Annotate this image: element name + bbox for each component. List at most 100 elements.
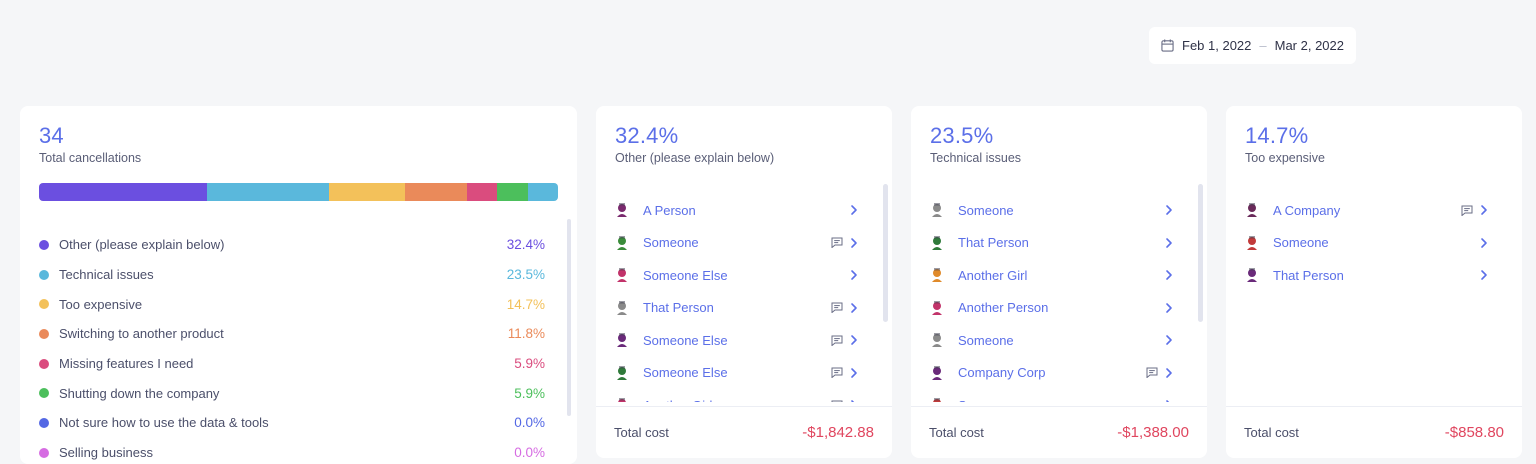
comment-icon[interactable] [831,400,843,402]
total-cost-label: Total cost [1244,425,1299,440]
person-row[interactable]: Someone Else [615,324,865,357]
comment-icon[interactable] [831,367,843,379]
reason-row[interactable]: Technical issues 23.5% [39,260,545,290]
chevron-right-icon[interactable] [1164,204,1174,216]
people-list-scrollbar[interactable] [1198,184,1203,322]
avatar-icon [617,333,627,348]
chevron-right-icon[interactable] [849,204,859,216]
reason-row[interactable]: Switching to another product 11.8% [39,319,545,349]
reason-color-dot [39,239,49,250]
avatar-icon [933,398,941,402]
person-row[interactable]: Another Girl [930,259,1180,292]
person-row[interactable]: Someone [615,227,865,260]
chevron-right-icon[interactable] [1164,237,1174,249]
person-name[interactable]: Someone Else [643,268,849,283]
person-name[interactable]: Company Corp [958,365,1146,380]
date-start: Feb 1, 2022 [1182,38,1252,53]
chevron-right-icon[interactable] [849,399,859,402]
reason-percent: 14.7% [1245,123,1309,148]
reason-row-label: Technical issues [59,267,154,283]
person-name[interactable]: Another Person [958,300,1164,315]
chevron-right-icon[interactable] [849,269,859,281]
person-name[interactable]: Someone [958,333,1164,348]
avatar-icon [618,398,626,402]
reason-label: Other (please explain below) [615,151,775,165]
people-list-scrollbar[interactable] [883,184,888,322]
person-name[interactable]: Someone [1273,235,1479,250]
person-row[interactable]: That Person [1245,259,1495,292]
chevron-right-icon[interactable] [1479,237,1489,249]
chevron-right-icon[interactable] [1164,302,1174,314]
person-row[interactable]: Someone [930,194,1180,227]
person-name[interactable]: Someone Else [643,365,831,380]
chevron-right-icon[interactable] [849,237,859,249]
reason-color-dot [39,447,49,458]
person-name[interactable]: That Person [643,300,831,315]
total-cost-label: Total cost [929,425,984,440]
avatar-icon [932,365,942,380]
chevron-right-icon[interactable] [849,302,859,314]
person-row[interactable]: That Person [615,292,865,325]
chevron-right-icon[interactable] [1164,399,1174,402]
chevron-right-icon[interactable] [849,334,859,346]
reason-row-percent: 5.9% [514,385,545,401]
chevron-right-icon[interactable] [1479,269,1489,281]
reason-row[interactable]: Too expensive 14.7% [39,289,545,319]
comment-icon[interactable] [831,237,843,249]
person-row[interactable]: That Person [930,227,1180,260]
date-range-picker[interactable]: Feb 1, 2022 – Mar 2, 2022 [1149,27,1356,64]
chevron-right-icon[interactable] [1164,269,1174,281]
reason-row[interactable]: Selling business 0.0% [39,438,545,464]
total-cost-row: Total cost -$858.80 [1226,406,1522,458]
chevron-right-icon[interactable] [849,367,859,379]
person-row[interactable]: Someone [1245,227,1495,260]
reason-row-percent: 0.0% [514,415,545,431]
person-name[interactable]: Someone [643,235,831,250]
reason-row[interactable]: Shutting down the company 5.9% [39,378,545,408]
reason-row-label: Shutting down the company [59,385,220,401]
person-name[interactable]: That Person [958,235,1164,250]
total-cancellations-count: 34 [39,123,64,148]
reason-row-percent: 0.0% [514,445,545,461]
comment-icon[interactable] [831,302,843,314]
reason-label: Too expensive [1245,151,1325,165]
person-row[interactable]: Someone Else [615,259,865,292]
person-row[interactable]: Someone Else [615,357,865,390]
reason-color-dot [39,328,49,339]
avatar-icon [932,333,942,348]
people-list: A Person Someone Someone Else That Person So… [615,194,865,402]
comment-icon[interactable] [831,335,843,346]
person-row[interactable]: A Company [1245,194,1495,227]
comment-icon[interactable] [1146,367,1158,379]
person-row[interactable]: Someone [930,389,1180,402]
total-cost-label: Total cost [614,425,669,440]
person-name[interactable]: That Person [1273,268,1479,283]
person-name[interactable]: Someone Else [643,333,831,348]
person-row[interactable]: Company Corp [930,357,1180,390]
chevron-right-icon[interactable] [1164,367,1174,379]
chevron-right-icon[interactable] [1164,334,1174,346]
person-name[interactable]: A Person [643,203,849,218]
people-list: Someone That Person Another Girl Another Pe… [930,194,1180,402]
reason-row-percent: 11.8% [507,326,545,342]
person-name[interactable]: A Company [1273,203,1461,218]
comment-icon[interactable] [1461,205,1473,216]
person-row[interactable]: Another Person [930,292,1180,325]
person-name[interactable]: Someone [958,203,1164,218]
total-cancellations-card: 34 Total cancellations Other (please exp… [20,106,577,464]
reasons-scrollbar[interactable] [567,219,571,416]
stacked-bar-segment [527,183,558,201]
stacked-bar-segment [405,183,467,201]
total-cost-row: Total cost -$1,388.00 [911,406,1207,458]
person-name[interactable]: Another Girl [958,268,1164,283]
reason-row[interactable]: Other (please explain below) 32.4% [39,230,545,260]
person-row[interactable]: Someone [930,324,1180,357]
person-row[interactable]: A Person [615,194,865,227]
reason-row[interactable]: Not sure how to use the data & tools 0.0% [39,408,545,438]
chevron-right-icon[interactable] [1479,204,1489,216]
reason-row[interactable]: Missing features I need 5.9% [39,349,545,379]
person-row[interactable]: Another Girl [615,389,865,402]
person-name[interactable]: Another Girl [643,398,831,402]
person-name[interactable]: Someone [958,398,1164,402]
reason-percent: 32.4% [615,123,679,148]
